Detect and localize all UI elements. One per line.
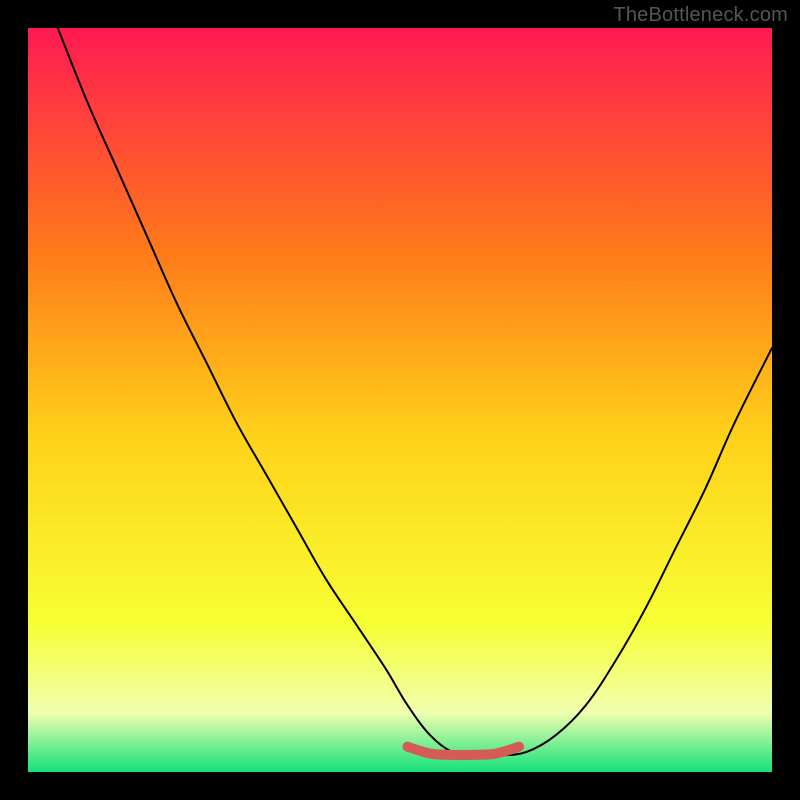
- gradient-background: [28, 28, 772, 772]
- watermark-text: TheBottleneck.com: [613, 4, 788, 27]
- plot-area: [28, 28, 772, 772]
- chart-frame: TheBottleneck.com: [0, 0, 800, 800]
- plot-svg: [28, 28, 772, 772]
